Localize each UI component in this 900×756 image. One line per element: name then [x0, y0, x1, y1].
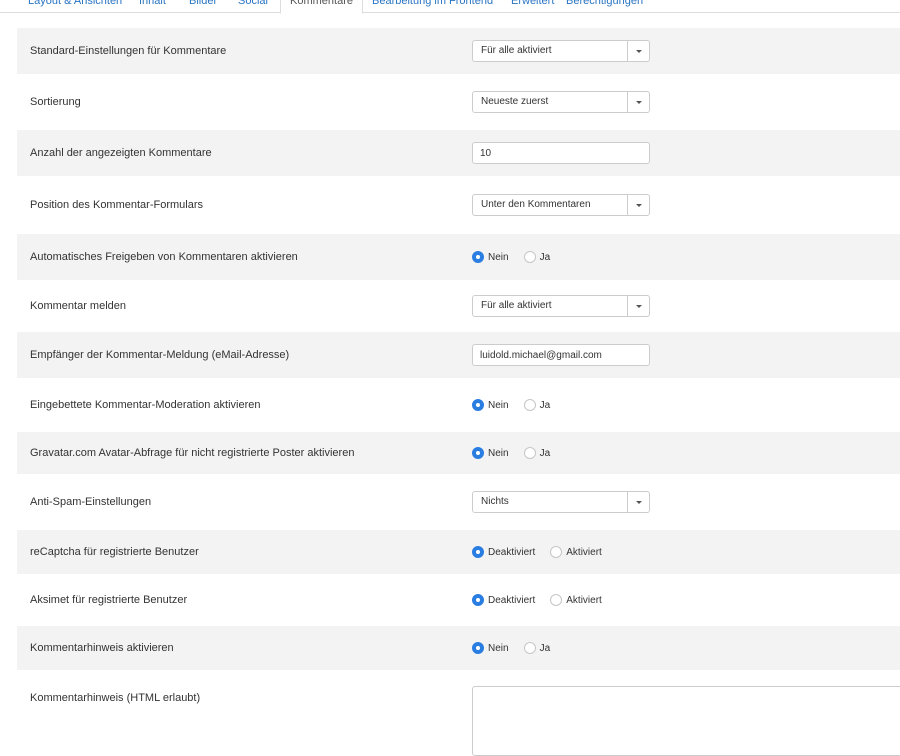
- gravatar-radio-group: Nein Ja: [472, 443, 565, 463]
- setting-label: Gravatar.com Avatar-Abfrage für nicht re…: [30, 447, 355, 459]
- setting-row-akismet: Aksimet für registrierte Benutzer Deakti…: [17, 574, 900, 626]
- chevron-down-icon: [627, 41, 649, 61]
- tab-erweitert[interactable]: Erweitert: [511, 0, 554, 13]
- sort-select[interactable]: Neueste zuerst: [472, 91, 650, 113]
- setting-row-position: Position des Kommentar-Formulars Unter d…: [17, 176, 900, 234]
- antispam-select[interactable]: Nichts: [472, 491, 650, 513]
- akismet-radio-group: Deaktiviert Aktiviert: [472, 590, 617, 610]
- setting-row-report: Kommentar melden Für alle aktiviert: [17, 280, 900, 332]
- notice-html-textarea[interactable]: [472, 686, 900, 756]
- setting-row-gravatar: Gravatar.com Avatar-Abfrage für nicht re…: [17, 432, 900, 474]
- setting-row-standard: Standard-Einstellungen für Kommentare Fü…: [17, 28, 900, 74]
- radio-checked-icon: [472, 251, 484, 263]
- setting-label: Kommentarhinweis (HTML erlaubt): [30, 692, 201, 704]
- radio-aktiviert[interactable]: Aktiviert: [550, 594, 602, 606]
- setting-row-count: Anzahl der angezeigten Kommentare: [17, 130, 900, 176]
- radio-checked-icon: [472, 642, 484, 654]
- radio-checked-icon: [472, 447, 484, 459]
- tab-layout[interactable]: Layout & Ansichten: [28, 0, 122, 13]
- select-value: Nichts: [481, 496, 509, 507]
- setting-label: Aksimet für registrierte Benutzer: [30, 594, 188, 606]
- select-value: Für alle aktiviert: [481, 45, 552, 56]
- radio-nein[interactable]: Nein: [472, 642, 509, 654]
- radio-deaktiviert[interactable]: Deaktiviert: [472, 546, 535, 558]
- setting-row-antispam: Anti-Spam-Einstellungen Nichts: [17, 474, 900, 530]
- setting-row-moderation: Eingebettete Kommentar-Moderation aktivi…: [17, 378, 900, 432]
- standard-select[interactable]: Für alle aktiviert: [472, 40, 650, 62]
- moderation-radio-group: Nein Ja: [472, 395, 565, 415]
- radio-deaktiviert[interactable]: Deaktiviert: [472, 594, 535, 606]
- radio-nein[interactable]: Nein: [472, 251, 509, 263]
- setting-label: Eingebettete Kommentar-Moderation aktivi…: [30, 399, 261, 411]
- comment-count-input[interactable]: [472, 142, 650, 164]
- tab-bar: Layout & Ansichten Inhalt Bilder Social …: [0, 0, 900, 14]
- radio-unchecked-icon: [523, 251, 536, 263]
- radio-aktiviert[interactable]: Aktiviert: [550, 546, 602, 558]
- setting-label: Empfänger der Kommentar-Meldung (eMail-A…: [30, 349, 290, 361]
- select-value: Für alle aktiviert: [481, 300, 552, 311]
- setting-label: Anzahl der angezeigten Kommentare: [30, 147, 212, 159]
- radio-unchecked-icon: [523, 447, 536, 459]
- tab-bearbeitung[interactable]: Bearbeitung im Frontend: [372, 0, 493, 13]
- setting-label: reCaptcha für registrierte Benutzer: [30, 546, 199, 558]
- tab-bilder[interactable]: Bilder: [189, 0, 217, 13]
- radio-unchecked-icon: [550, 594, 563, 606]
- autoapprove-radio-group: Nein Ja: [472, 247, 565, 267]
- setting-row-sort: Sortierung Neueste zuerst: [17, 74, 900, 130]
- tab-inhalt[interactable]: Inhalt: [139, 0, 166, 13]
- tab-kommentare[interactable]: Kommentare: [280, 0, 363, 14]
- radio-ja[interactable]: Ja: [523, 399, 550, 411]
- select-value: Neueste zuerst: [481, 96, 549, 107]
- chevron-down-icon: [627, 296, 649, 316]
- radio-unchecked-icon: [523, 642, 536, 654]
- report-select[interactable]: Für alle aktiviert: [472, 295, 650, 317]
- setting-label: Sortierung: [30, 96, 81, 108]
- select-value: Unter den Kommentaren: [481, 199, 591, 210]
- radio-ja[interactable]: Ja: [523, 642, 550, 654]
- setting-label: Automatisches Freigeben von Kommentaren …: [30, 251, 298, 263]
- settings-list: Standard-Einstellungen für Kommentare Fü…: [17, 28, 900, 756]
- radio-nein[interactable]: Nein: [472, 399, 509, 411]
- chevron-down-icon: [627, 195, 649, 215]
- radio-ja[interactable]: Ja: [523, 447, 550, 459]
- radio-checked-icon: [472, 399, 484, 411]
- radio-nein[interactable]: Nein: [472, 447, 509, 459]
- chevron-down-icon: [627, 92, 649, 112]
- setting-label: Kommentar melden: [30, 300, 126, 312]
- setting-label: Position des Kommentar-Formulars: [30, 199, 204, 211]
- radio-checked-icon: [472, 594, 484, 606]
- form-position-select[interactable]: Unter den Kommentaren: [472, 194, 650, 216]
- radio-checked-icon: [472, 546, 484, 558]
- chevron-down-icon: [627, 492, 649, 512]
- setting-label: Standard-Einstellungen für Kommentare: [30, 45, 227, 57]
- setting-row-notice: Kommentarhinweis aktivieren Nein Ja: [17, 626, 900, 670]
- setting-row-recipient: Empfänger der Kommentar-Meldung (eMail-A…: [17, 332, 900, 378]
- recipient-email-input[interactable]: [472, 344, 650, 366]
- notice-radio-group: Nein Ja: [472, 638, 565, 658]
- radio-ja[interactable]: Ja: [523, 251, 550, 263]
- setting-row-notice-html: Kommentarhinweis (HTML erlaubt): [17, 670, 900, 756]
- setting-label: Kommentarhinweis aktivieren: [30, 642, 174, 654]
- setting-row-recaptcha: reCaptcha für registrierte Benutzer Deak…: [17, 530, 900, 574]
- tab-berechtigungen[interactable]: Berechtigungen: [566, 0, 643, 13]
- setting-row-autoapprove: Automatisches Freigeben von Kommentaren …: [17, 234, 900, 280]
- radio-unchecked-icon: [550, 546, 563, 558]
- setting-label: Anti-Spam-Einstellungen: [30, 496, 152, 508]
- tab-social[interactable]: Social: [238, 0, 268, 13]
- recaptcha-radio-group: Deaktiviert Aktiviert: [472, 542, 617, 562]
- radio-unchecked-icon: [523, 399, 536, 411]
